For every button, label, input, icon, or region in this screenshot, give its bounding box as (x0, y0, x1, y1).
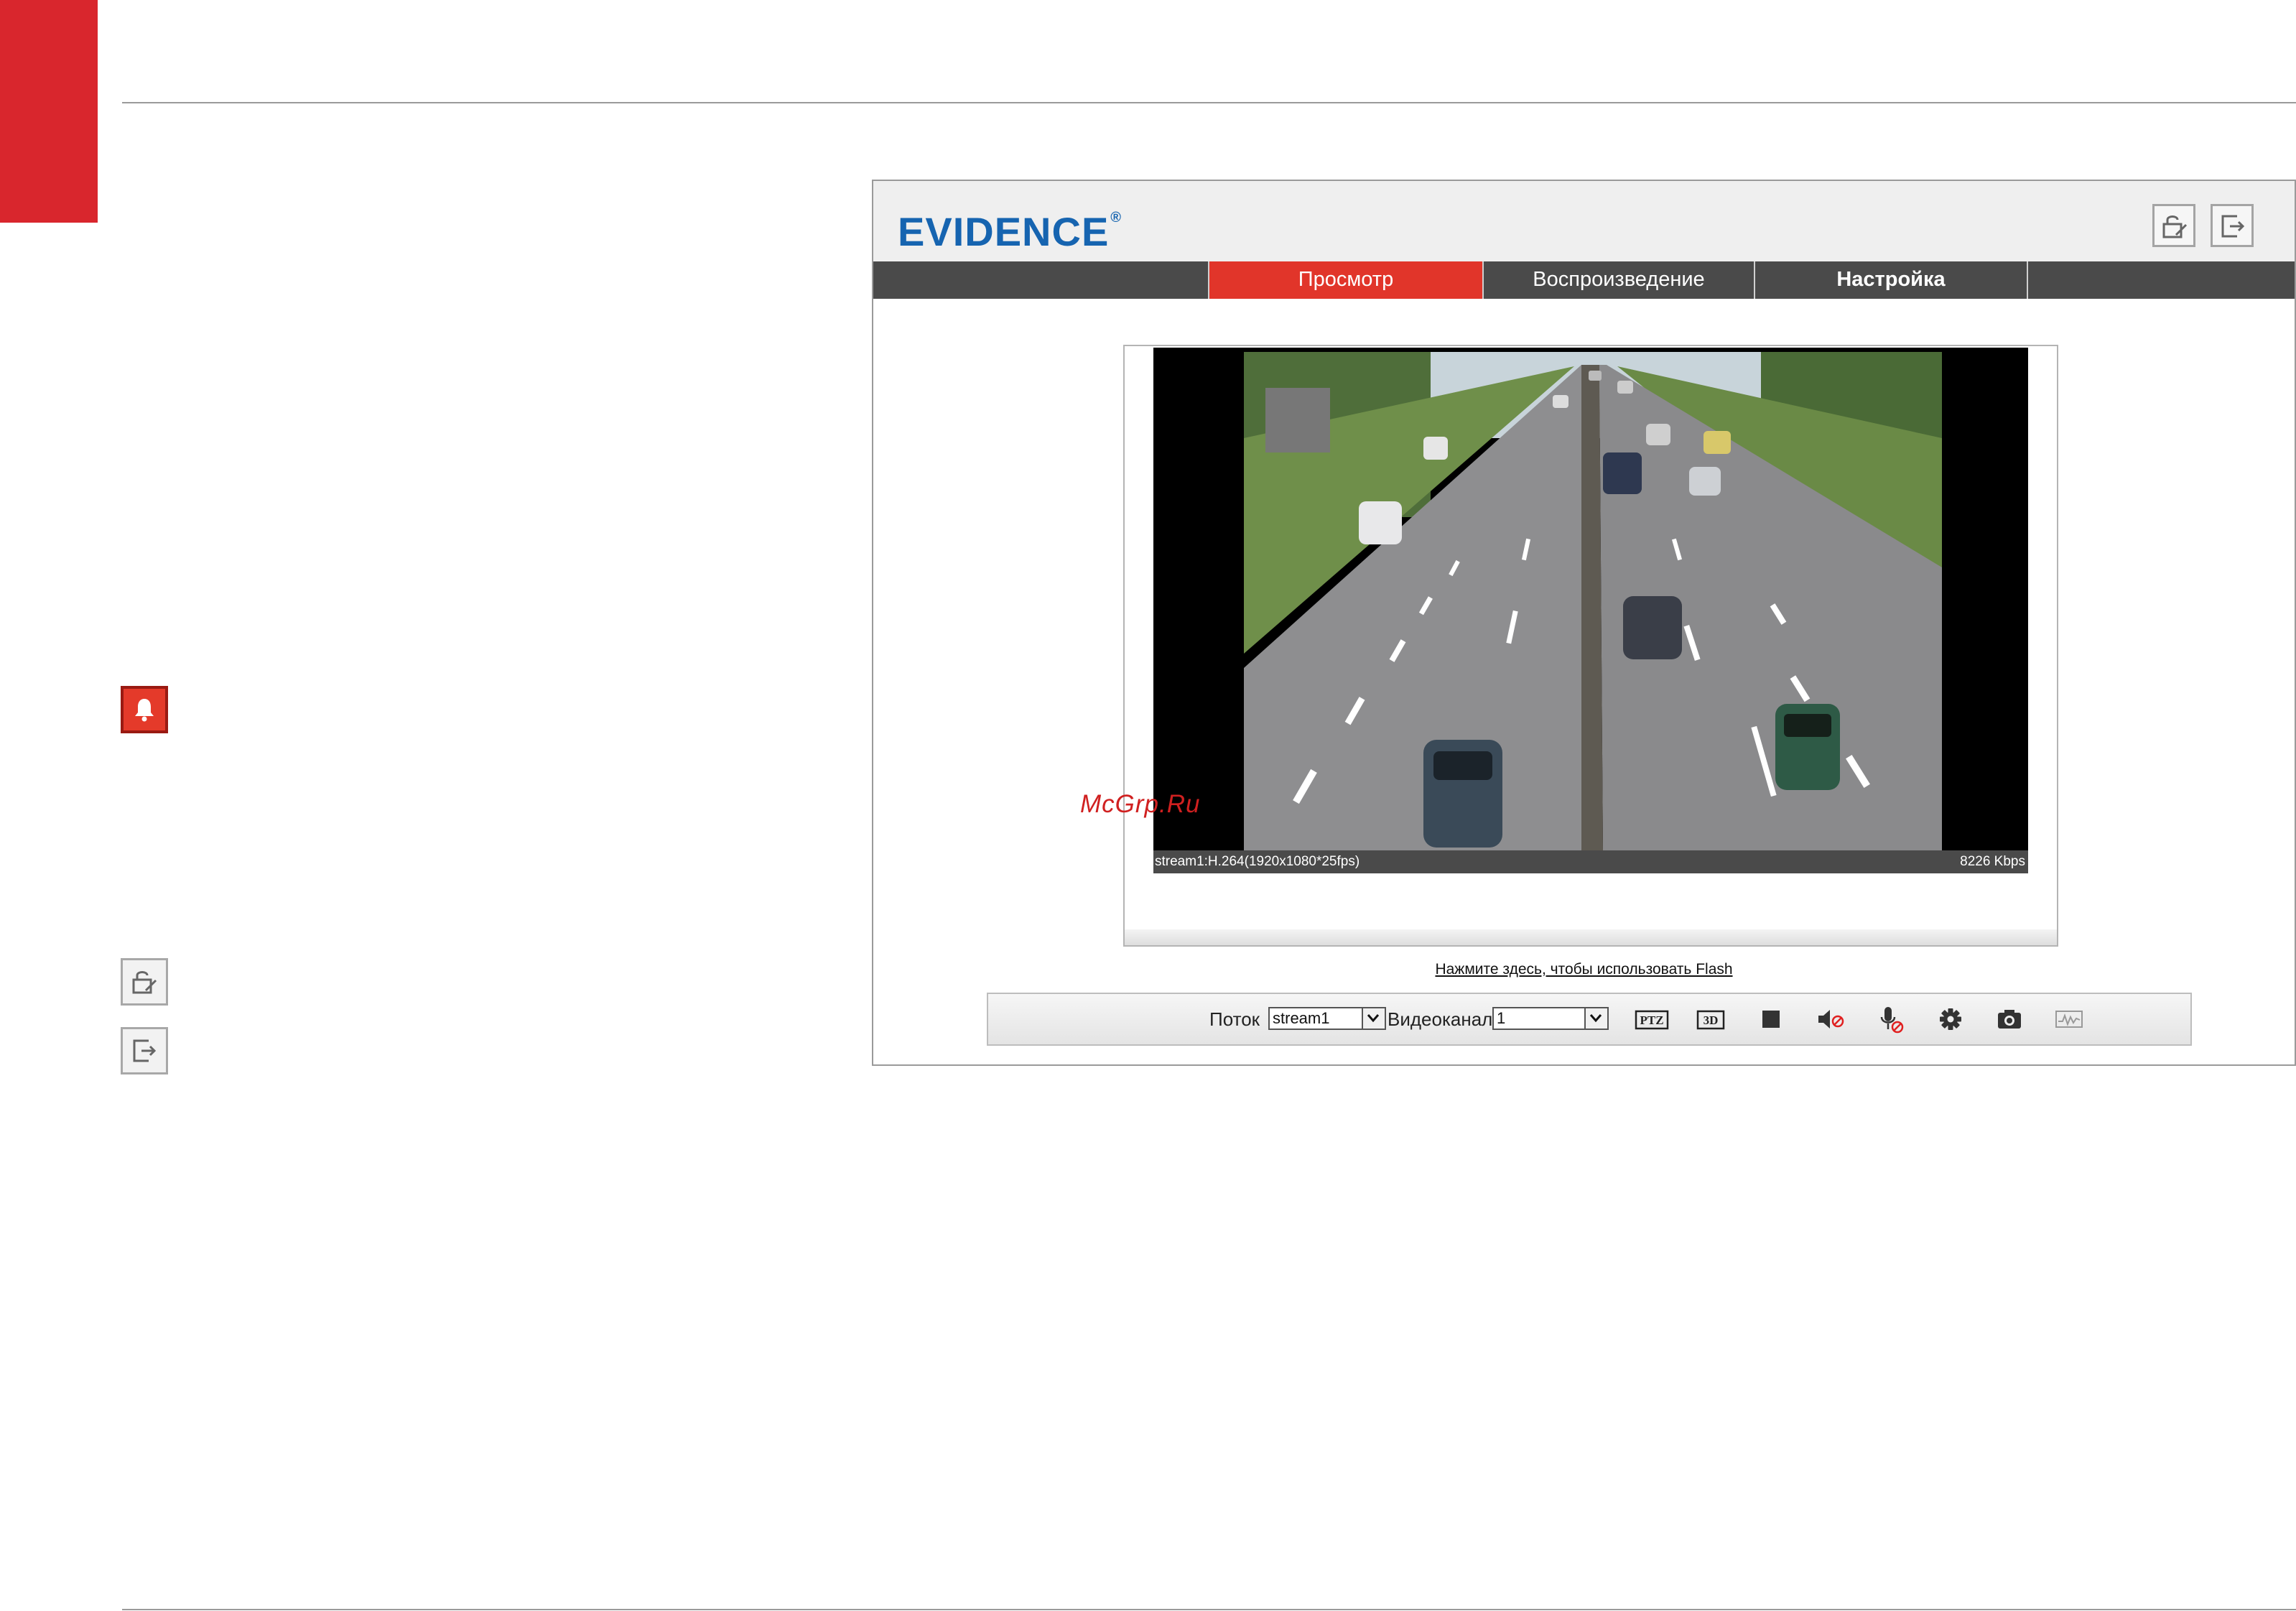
lock-edit-icon (121, 958, 168, 1006)
top-divider (122, 102, 2296, 103)
stop-button[interactable] (1757, 1006, 1785, 1033)
video-frame-band (1125, 929, 2057, 945)
microphone-off-icon (1880, 1007, 1904, 1034)
page-corner-tab (0, 0, 98, 223)
settings-button[interactable] (1936, 1006, 1965, 1033)
snapshot-button[interactable] (1995, 1006, 2024, 1033)
svg-text:3D: 3D (1704, 1013, 1719, 1027)
video-view[interactable] (1153, 348, 2028, 850)
stream-select[interactable]: stream1 (1268, 1007, 1386, 1030)
main-nav: Просмотр Воспроизведение Настройка (873, 261, 2295, 299)
use-flash-link[interactable]: Нажмите здесь, чтобы использовать Flash (873, 961, 2295, 978)
gear-icon (1940, 1008, 1961, 1030)
3d-icon: 3D (1696, 1010, 1725, 1030)
video-frame: stream1:H.264(1920x1080*25fps) 8226 Kbps (1123, 345, 2058, 947)
stream-select-value: stream1 (1273, 1009, 1330, 1027)
tab-live-view[interactable]: Просмотр (1208, 261, 1482, 299)
exit-icon (2221, 215, 2245, 238)
signal-button[interactable] (2054, 1006, 2083, 1033)
alarm-bell-icon (121, 686, 168, 733)
svg-text:PTZ: PTZ (1640, 1013, 1663, 1027)
chevron-down-icon (1362, 1008, 1385, 1029)
chevron-down-icon (1584, 1008, 1607, 1029)
stream-label: Поток (1209, 1008, 1260, 1030)
channel-select-value: 1 (1497, 1009, 1506, 1027)
sound-muted-icon (1818, 1010, 1844, 1029)
waveform-icon (2055, 1011, 2083, 1028)
bottom-divider (122, 1609, 2296, 1610)
nav-spacer (2027, 261, 2296, 299)
bitrate: 8226 Kbps (1960, 854, 2025, 869)
lock-edit-icon (2162, 215, 2188, 238)
tab-settings[interactable]: Настройка (1754, 261, 2027, 299)
stream-info: stream1:H.264(1920x1080*25fps) (1155, 854, 1360, 869)
3d-button[interactable]: 3D (1696, 1006, 1725, 1033)
logout-button[interactable] (2211, 204, 2254, 247)
video-status-bar: stream1:H.264(1920x1080*25fps) 8226 Kbps (1153, 850, 2028, 873)
highway-camera-image (1244, 352, 1942, 850)
microphone-button[interactable] (1876, 1006, 1905, 1034)
ptz-button[interactable]: PTZ (1635, 1006, 1669, 1033)
exit-icon (121, 1027, 168, 1074)
channel-select[interactable]: 1 (1492, 1007, 1609, 1030)
ui-header: EVIDENCE ® (873, 181, 2295, 261)
sound-button[interactable] (1816, 1006, 1844, 1033)
camera-web-ui: EVIDENCE ® Просмотр Воспроизведение Настр… (872, 180, 2296, 1066)
evidence-logo: EVIDENCE ® (898, 209, 1123, 254)
camera-icon (1998, 1010, 2021, 1029)
lock-button[interactable] (2152, 204, 2195, 247)
ptz-icon: PTZ (1635, 1010, 1669, 1030)
stop-icon (1762, 1011, 1780, 1028)
tab-playback[interactable]: Воспроизведение (1482, 261, 1754, 299)
channel-label: Видеоканал (1388, 1008, 1493, 1030)
live-toolbar: Поток stream1 Видеоканал 1 PTZ 3D (987, 993, 2192, 1046)
watermark: McGrp.Ru (1080, 790, 1201, 818)
